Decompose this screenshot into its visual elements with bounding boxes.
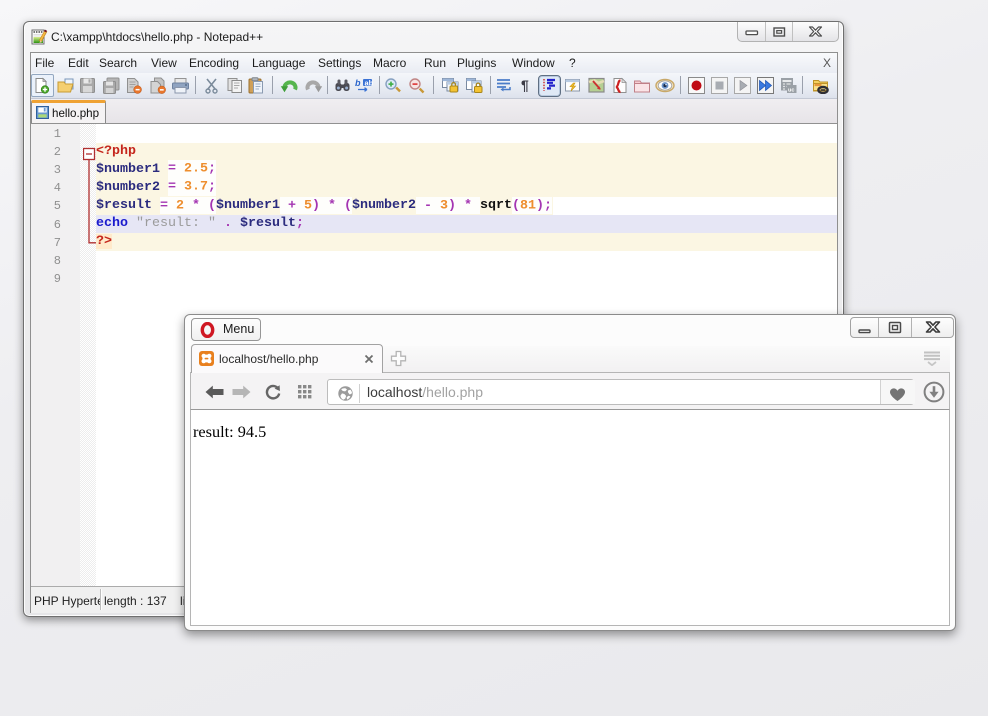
svg-text:uc: uc — [788, 87, 794, 93]
svg-text:ab: ab — [365, 78, 374, 87]
svg-text:b: b — [355, 78, 361, 88]
svg-text:¶: ¶ — [521, 77, 529, 93]
